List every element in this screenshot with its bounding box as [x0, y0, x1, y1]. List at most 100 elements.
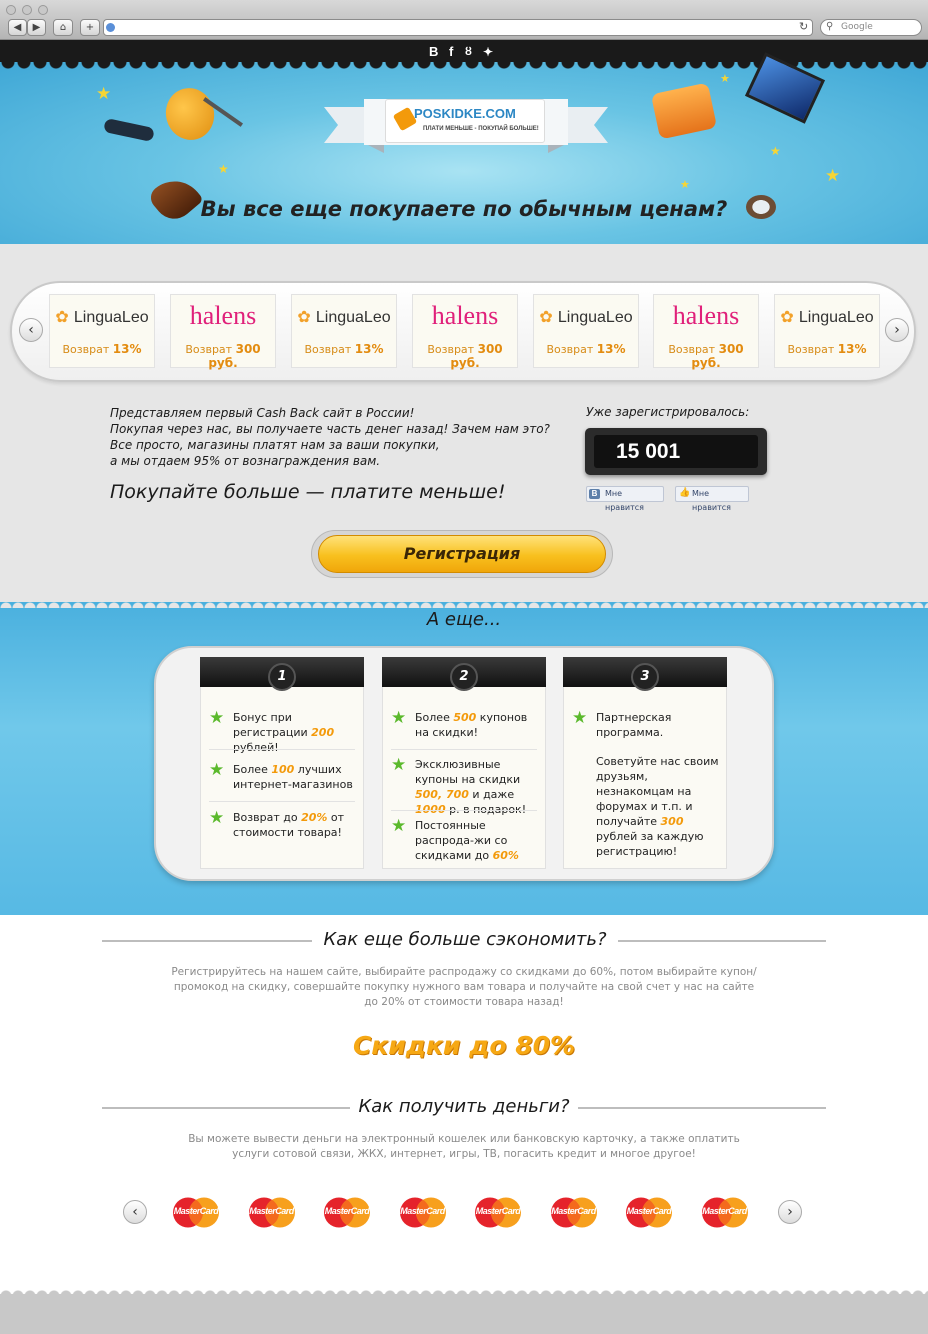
mastercard-logo[interactable]: MasterCard — [698, 1195, 752, 1230]
intro-line: Покупая через нас, вы получаете часть де… — [110, 422, 550, 436]
mastercard-label: MasterCard — [475, 1206, 521, 1216]
mastercard-label: MasterCard — [400, 1206, 445, 1216]
new-tab-button[interactable]: + — [80, 19, 100, 36]
store-name: halens — [431, 301, 499, 330]
intro-line: а мы отдаем 95% от вознаграждения вам. — [110, 454, 381, 468]
lingualeo-logo: ✿ LinguaLeo — [534, 303, 638, 331]
window-zoom-dot[interactable] — [38, 5, 48, 15]
section-scallop-edge — [0, 602, 928, 608]
reload-icon[interactable]: ↻ — [799, 20, 808, 33]
feature-column-1: 1 ★ Бонус при регистрации 200 рублей! ★ Бо… — [200, 657, 364, 869]
store-card-halens[interactable]: halens Возврат 300 руб. — [412, 294, 518, 370]
lingualeo-icon: ✿ — [780, 307, 799, 326]
watch-icon — [746, 195, 776, 219]
feature-highlight: 300 — [660, 815, 684, 828]
feature-item: ★ Возврат до 20% от стоимости товара! — [209, 810, 359, 840]
carousel-prev-arrow-icon[interactable]: ‹ — [19, 318, 43, 342]
cashback-text: Возврат — [668, 343, 716, 356]
feature-text: Партнерская программа. — [596, 711, 672, 739]
feature-text: Эксклюзивные купоны на скидки — [415, 758, 521, 786]
discount-promo: Скидки до 80% — [352, 1031, 576, 1060]
home-button[interactable]: ⌂ — [53, 19, 73, 36]
cashback-text: Возврат — [787, 343, 835, 356]
green-star-icon: ★ — [391, 816, 407, 836]
feature-highlight: 100 — [271, 763, 295, 776]
vk-icon[interactable]: В — [429, 44, 438, 59]
cashback-label: Возврат 13% — [534, 342, 638, 356]
window-minimize-dot[interactable] — [22, 5, 32, 15]
lingualeo-icon: ✿ — [297, 307, 316, 326]
mastercard-logo[interactable]: MasterCard — [245, 1195, 299, 1230]
feature-text: Более — [415, 711, 454, 724]
star-icon: ★ — [720, 72, 730, 85]
store-name: LinguaLeo — [315, 309, 391, 326]
cashback-text: Возврат — [546, 343, 594, 356]
feature-highlight: 500 — [453, 711, 477, 724]
search-input[interactable]: Google — [820, 19, 922, 36]
store-card-halens[interactable]: halens Возврат 300 руб. — [170, 294, 276, 370]
feature-highlight: 20% — [301, 811, 328, 824]
feature-text: Более — [233, 763, 272, 776]
mastercard-logo[interactable]: MasterCard — [471, 1195, 525, 1230]
cashback-value: 13% — [596, 342, 626, 356]
cashback-value: 13% — [837, 342, 867, 356]
intro-line: Представляем первый Cash Back сайт в Рос… — [110, 406, 415, 420]
globe-icon — [106, 23, 115, 32]
cashback-text: Возврат — [427, 343, 475, 356]
facebook-icon[interactable]: f — [449, 44, 453, 59]
star-icon: ★ — [96, 84, 112, 104]
cashback-label: Возврат 300 руб. — [413, 342, 517, 370]
green-star-icon: ★ — [391, 755, 407, 775]
star-icon: ★ — [825, 166, 841, 186]
save-more-text: Регистрируйтесь на нашем сайте, выбирайт… — [171, 966, 757, 1008]
carousel-next-arrow-icon[interactable]: › — [885, 318, 909, 342]
green-star-icon: ★ — [209, 760, 225, 780]
green-star-icon: ★ — [572, 708, 588, 728]
payments-prev-arrow-icon[interactable]: ‹ — [123, 1200, 147, 1224]
mastercard-logo[interactable]: MasterCard — [622, 1195, 676, 1230]
cashback-label: Возврат 13% — [292, 342, 396, 356]
registered-label: Уже зарегистрировалось: — [586, 405, 750, 419]
window-close-dot[interactable] — [6, 5, 16, 15]
payments-next-arrow-icon[interactable]: › — [778, 1200, 802, 1224]
register-button[interactable]: Регистрация — [318, 535, 606, 573]
mastercard-logo[interactable]: MasterCard — [547, 1195, 601, 1230]
divider — [209, 801, 355, 802]
green-star-icon: ★ — [391, 708, 407, 728]
odnoklassniki-icon[interactable]: ȣ — [465, 46, 472, 58]
mastercard-logo[interactable]: MasterCard — [169, 1195, 223, 1230]
cashback-label: Возврат 13% — [50, 342, 154, 356]
intro-line: Все просто, магазины платят нам за ваши … — [110, 438, 440, 452]
store-card-halens[interactable]: halens Возврат 300 руб. — [653, 294, 759, 370]
registered-count: 15 001 — [594, 435, 758, 468]
store-card-lingualeo[interactable]: ✿ LinguaLeo Возврат 13% — [291, 294, 397, 368]
back-button[interactable]: ◀ — [8, 19, 27, 36]
feature-text: Бонус при регистрации — [233, 711, 312, 739]
cashback-value: 13% — [354, 342, 384, 356]
lingualeo-logo: ✿ LinguaLeo — [50, 303, 154, 331]
logo-text: POSKIDKE.COM — [414, 106, 516, 121]
divider — [391, 749, 537, 750]
cashback-text: Возврат — [62, 343, 110, 356]
store-name: LinguaLeo — [557, 309, 633, 326]
twitter-icon[interactable]: ✦ — [483, 45, 493, 59]
url-bar[interactable] — [103, 19, 813, 36]
store-card-lingualeo[interactable]: ✿ LinguaLeo Возврат 13% — [49, 294, 155, 368]
feature-highlight: 60% — [492, 849, 519, 862]
mastercard-logo[interactable]: MasterCard — [396, 1195, 450, 1230]
mastercard-label: MasterCard — [702, 1206, 747, 1216]
store-name: halens — [672, 301, 740, 330]
store-name: halens — [189, 301, 257, 330]
store-card-lingualeo[interactable]: ✿ LinguaLeo Возврат 13% — [774, 294, 880, 368]
feature-text: и даже — [468, 788, 515, 801]
star-icon: ★ — [680, 178, 690, 191]
star-icon: ★ — [770, 144, 781, 158]
search-icon: ⚲ — [826, 21, 834, 32]
mastercard-label: MasterCard — [173, 1206, 219, 1216]
halens-logo: halens — [171, 303, 275, 331]
halens-logo: halens — [413, 303, 517, 331]
store-card-lingualeo[interactable]: ✿ LinguaLeo Возврат 13% — [533, 294, 639, 368]
feature-highlight: 500, 700 — [415, 788, 469, 801]
mastercard-logo[interactable]: MasterCard — [320, 1195, 374, 1230]
forward-button[interactable]: ▶ — [27, 19, 46, 36]
